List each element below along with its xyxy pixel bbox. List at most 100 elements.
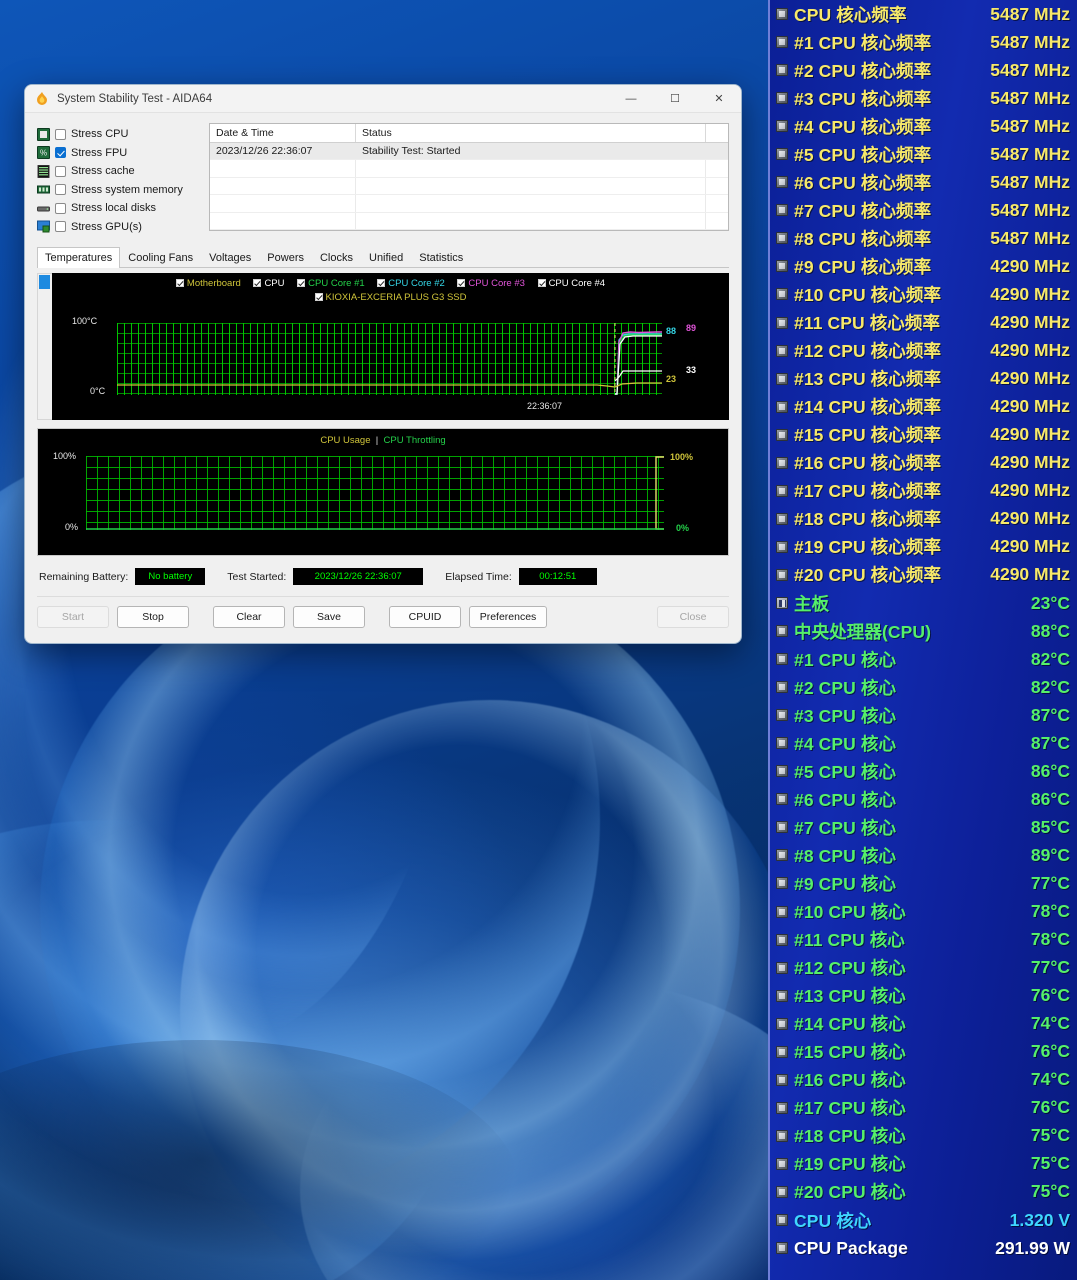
tab-powers[interactable]: Powers — [259, 247, 312, 268]
stress-cpu-checkbox[interactable] — [55, 128, 66, 140]
aida64-sensor-osd-panel[interactable]: CPU 核心频率 5487 MHz #1 CPU 核心频率 5487 MHz #2 CP… — [768, 0, 1077, 1280]
maximize-button[interactable]: ☐ — [653, 85, 697, 113]
osd-sensor-label: #16 CPU 核心 — [794, 1070, 906, 1091]
aida64-stability-test-window[interactable]: System Stability Test - AIDA64 — ☐ ✕ Str… — [24, 84, 742, 644]
tab-statistics[interactable]: Statistics — [411, 247, 471, 268]
stress-option-gpu[interactable]: Stress GPU(s) — [37, 218, 195, 237]
osd-sensor-label: #9 CPU 核心 — [794, 873, 897, 894]
osd-sensor-value: 77°C — [1030, 872, 1070, 893]
temperature-chart[interactable]: Motherboard CPU CPU Core #1 CPU Core #2 … — [52, 273, 729, 420]
chip-icon — [776, 1242, 788, 1255]
stress-fpu-checkbox[interactable] — [55, 147, 66, 159]
osd-sensor-value: 5487 MHz — [990, 171, 1070, 192]
osd-sensor-value: 86°C — [1030, 788, 1070, 809]
osd-sensor-label: #16 CPU 核心频率 — [794, 453, 942, 474]
legend-item-motherboard[interactable]: Motherboard — [175, 277, 241, 291]
chart-tabs[interactable]: Temperatures Cooling Fans Voltages Power… — [37, 246, 729, 268]
osd-sensor-row: #9 CPU 核心 77°C — [770, 869, 1077, 897]
osd-sensor-value: 4290 MHz — [990, 340, 1070, 361]
osd-sensor-value: 76°C — [1030, 1041, 1070, 1062]
stress-memory-checkbox[interactable] — [55, 184, 66, 196]
chip-icon — [776, 512, 788, 525]
osd-sensor-label: #18 CPU 核心频率 — [794, 509, 942, 530]
osd-sensor-row: CPU Package 291.99 W — [770, 1234, 1077, 1262]
stress-cache-checkbox[interactable] — [55, 165, 66, 177]
test-started-value: 2023/12/26 22:36:07 — [293, 568, 424, 585]
osd-sensor-row: #6 CPU 核心频率 5487 MHz — [770, 168, 1077, 196]
legend-item-cpu-core-1[interactable]: CPU Core #1 — [297, 277, 365, 291]
gpu-icon — [37, 220, 50, 233]
window-titlebar[interactable]: System Stability Test - AIDA64 — ☐ ✕ — [25, 85, 741, 113]
stress-disks-checkbox[interactable] — [55, 202, 66, 214]
preferences-button[interactable]: Preferences — [469, 606, 547, 628]
osd-sensor-row: #3 CPU 核心 87°C — [770, 701, 1077, 729]
chip-icon — [776, 232, 788, 245]
tab-clocks[interactable]: Clocks — [312, 247, 361, 268]
stress-options-list[interactable]: Stress CPU % Stress FPU Stress cache Str… — [37, 123, 195, 236]
osd-sensor-label: #1 CPU 核心频率 — [794, 32, 932, 53]
chip-icon — [776, 653, 788, 666]
table-row[interactable] — [210, 195, 728, 213]
button-bar[interactable]: Start Stop Clear Save CPUID Preferences … — [37, 596, 729, 628]
osd-sensor-value: 75°C — [1030, 1125, 1070, 1146]
legend-item-cpu-core-3[interactable]: CPU Core #3 — [457, 277, 525, 291]
osd-sensor-value: 87°C — [1030, 704, 1070, 725]
stress-disks-label: Stress local disks — [71, 202, 156, 215]
start-button[interactable]: Start — [37, 606, 109, 628]
stress-option-memory[interactable]: Stress system memory — [37, 181, 195, 200]
legend-item-cpu-core-4[interactable]: CPU Core #4 — [537, 277, 605, 291]
save-button[interactable]: Save — [293, 606, 365, 628]
osd-sensor-value: 82°C — [1030, 648, 1070, 669]
osd-sensor-row: #13 CPU 核心 76°C — [770, 982, 1077, 1010]
osd-sensor-row: #4 CPU 核心频率 5487 MHz — [770, 112, 1077, 140]
stop-button[interactable]: Stop — [117, 606, 189, 628]
table-row[interactable] — [210, 177, 728, 196]
stress-gpu-checkbox[interactable] — [55, 221, 66, 233]
chip-icon — [776, 372, 788, 385]
table-row[interactable] — [210, 160, 728, 178]
osd-sensor-label: #8 CPU 核心 — [794, 845, 897, 866]
chip-icon — [776, 1157, 788, 1170]
chip-icon — [776, 1017, 788, 1030]
osd-sensor-label: CPU 核心 — [794, 1210, 872, 1231]
disk-icon — [37, 206, 50, 212]
osd-sensor-row: #13 CPU 核心频率 4290 MHz — [770, 365, 1077, 393]
close-button[interactable]: Close — [657, 606, 729, 628]
chart-scrollbar-thumb[interactable] — [39, 275, 50, 289]
temperature-chart-legend[interactable]: Motherboard CPU CPU Core #1 CPU Core #2 … — [52, 277, 729, 305]
chip-icon — [776, 737, 788, 750]
stress-option-cpu[interactable]: Stress CPU — [37, 125, 195, 144]
chart-scrollbar[interactable] — [37, 273, 52, 420]
tab-cooling-fans[interactable]: Cooling Fans — [120, 247, 201, 268]
table-row[interactable]: 2023/12/26 22:36:07 Stability Test: Star… — [210, 143, 728, 161]
tab-temperatures[interactable]: Temperatures — [37, 247, 121, 268]
cpuid-button[interactable]: CPUID — [389, 606, 461, 628]
osd-sensor-row: #15 CPU 核心 76°C — [770, 1038, 1077, 1066]
osd-sensor-label: #10 CPU 核心 — [794, 902, 906, 923]
osd-sensor-label: #11 CPU 核心频率 — [794, 313, 941, 334]
stress-option-cache[interactable]: Stress cache — [37, 162, 195, 181]
window-controls[interactable]: — ☐ ✕ — [609, 85, 741, 113]
stress-option-disks[interactable]: Stress local disks — [37, 199, 195, 218]
table-row[interactable] — [210, 212, 728, 231]
cpu-usage-chart[interactable]: CPU Usage | CPU Throttling 100% 0% 100% … — [37, 428, 729, 556]
legend-item-cpu-core-2[interactable]: CPU Core #2 — [377, 277, 445, 291]
minimize-button[interactable]: — — [609, 85, 653, 113]
legend-item-cpu[interactable]: CPU — [253, 277, 285, 291]
osd-sensor-row: #20 CPU 核心 75°C — [770, 1178, 1077, 1206]
log-cell-status: Stability Test: Started — [356, 143, 706, 160]
stress-option-fpu[interactable]: % Stress FPU — [37, 144, 195, 163]
event-log-table[interactable]: Date & Time Status 2023/12/26 22:36:07 S… — [209, 123, 729, 231]
osd-sensor-row: #10 CPU 核心频率 4290 MHz — [770, 280, 1077, 308]
osd-sensor-label: #15 CPU 核心 — [794, 1042, 906, 1063]
close-window-button[interactable]: ✕ — [697, 85, 741, 113]
osd-sensor-label: #6 CPU 核心频率 — [794, 172, 932, 193]
osd-sensor-label: #4 CPU 核心 — [794, 733, 897, 754]
tab-unified[interactable]: Unified — [361, 247, 411, 268]
usage-value-cpu-usage: 100% — [670, 452, 694, 462]
tab-voltages[interactable]: Voltages — [201, 247, 259, 268]
legend-item-ssd[interactable]: KIOXIA-EXCERIA PLUS G3 SSD — [314, 291, 466, 305]
clear-button[interactable]: Clear — [213, 606, 285, 628]
osd-sensor-row: 中央处理器(CPU) 88°C — [770, 617, 1077, 645]
chip-icon — [776, 933, 788, 946]
